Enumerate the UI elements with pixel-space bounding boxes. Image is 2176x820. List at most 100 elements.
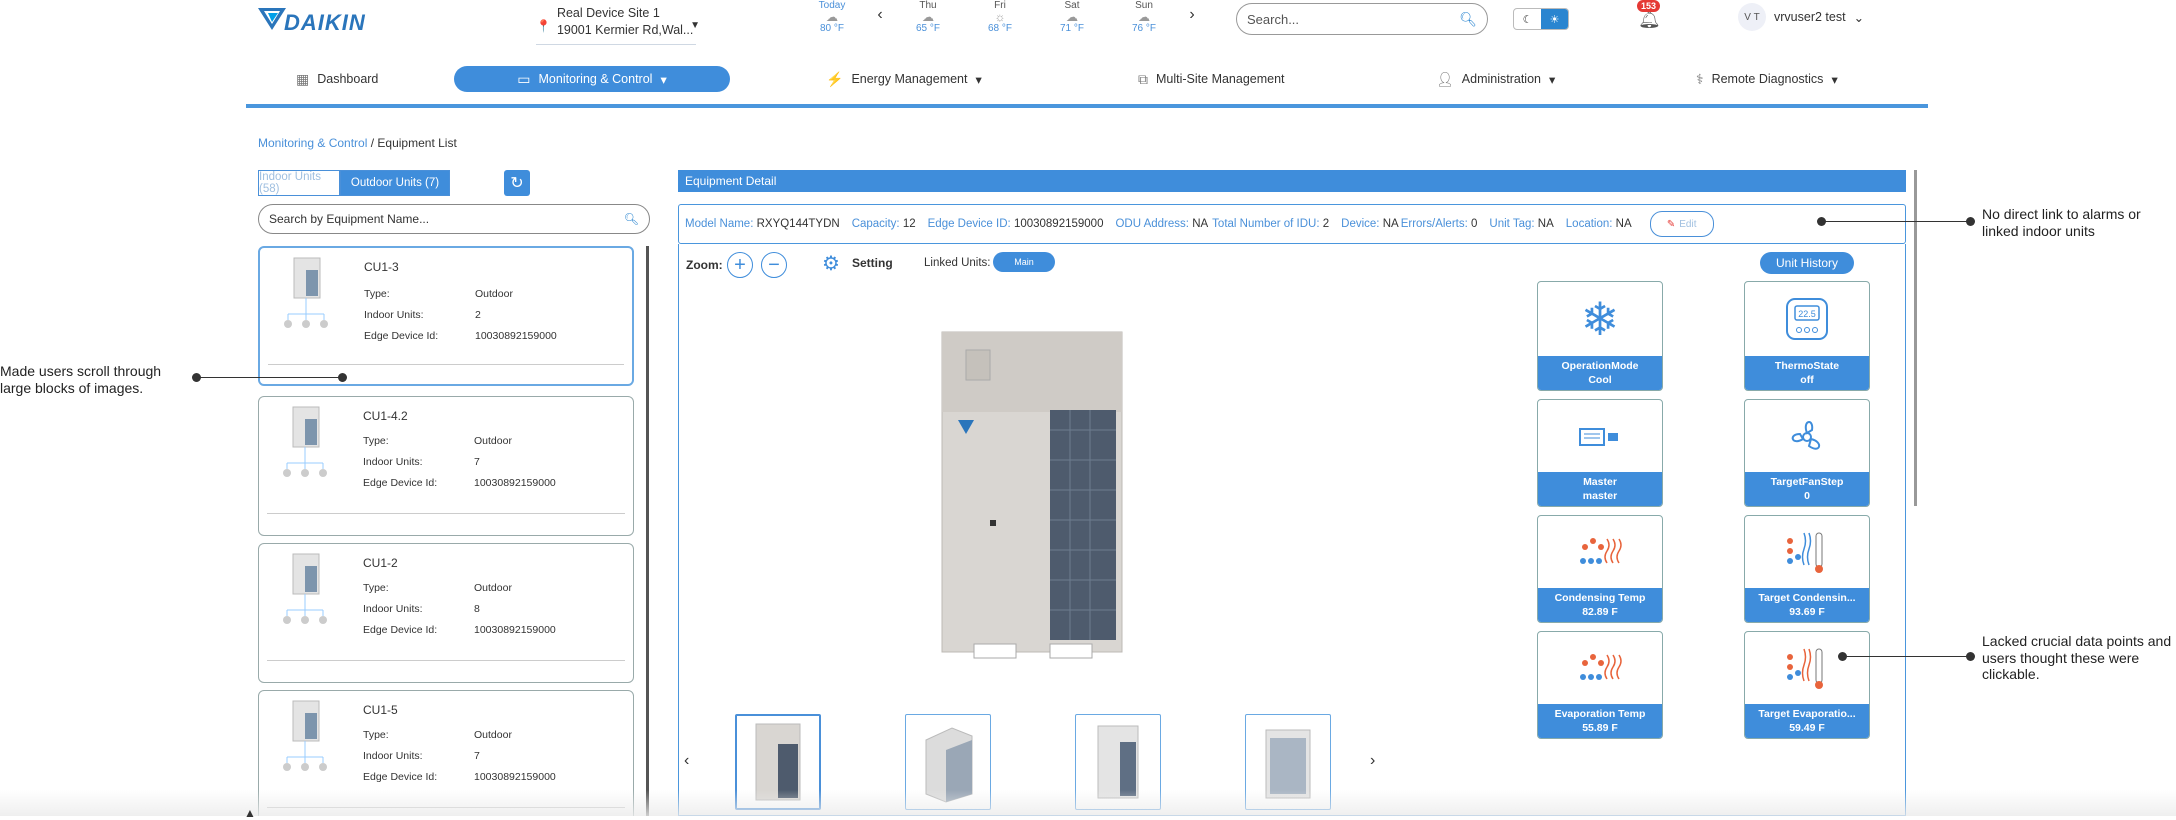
zoom-out-button[interactable]: − xyxy=(761,252,787,278)
nav-multi-site[interactable]: ⧉ Multi-Site Management xyxy=(1138,66,1285,92)
type-value: Outdoor xyxy=(474,435,512,447)
breadcrumb-parent-link[interactable]: Monitoring & Control xyxy=(258,136,367,150)
fan-icon xyxy=(1745,406,1869,468)
user-menu[interactable]: V T vrvuser2 test ⌄ xyxy=(1738,3,1864,31)
site-selector[interactable]: 📍 Real Device Site 1 19001 Kermier Rd,Wa… xyxy=(536,5,700,45)
gear-icon[interactable]: ⚙ xyxy=(822,251,840,276)
equipment-list[interactable]: CU1-3 Type: Outdoor Indoor Units: 2 Edge… xyxy=(258,246,654,816)
controller-icon xyxy=(1538,406,1662,468)
annotation-top-right: No direct link to alarms or linked indoo… xyxy=(1982,206,2141,239)
tile-label: TargetFanStep xyxy=(1770,476,1844,488)
operation-mode-tile: ❄ OperationMode Cool xyxy=(1537,281,1663,391)
weather-next-arrow[interactable]: › xyxy=(1180,0,1204,30)
sun-icon: ☼ xyxy=(994,10,1006,24)
weather-day: Fri ☼ 68 °F xyxy=(964,0,1036,34)
equipment-card[interactable]: CU1-2 Type: Outdoor Indoor Units: 8 Edge… xyxy=(258,543,634,683)
nav-label: Dashboard xyxy=(317,72,379,86)
equipment-detail-header: Equipment Detail xyxy=(678,170,1906,192)
network-icon: ⧉ xyxy=(1138,70,1148,87)
annotation-bottom-right: Lacked crucial data points and users tho… xyxy=(1982,633,2172,682)
device-value: NA xyxy=(1382,218,1399,230)
equipment-name: CU1-5 xyxy=(363,703,398,717)
equipment-name: CU1-3 xyxy=(364,260,399,274)
edge-value: 10030892159000 xyxy=(1013,218,1104,230)
thermostat-icon: 22.5 xyxy=(1745,288,1869,350)
weather-temp: 68 °F xyxy=(987,23,1012,34)
annotation-left: Made users scroll through large blocks o… xyxy=(0,363,162,396)
weather-prev-arrow[interactable]: ‹ xyxy=(868,0,892,30)
location-pin-icon: 📍 xyxy=(536,19,551,33)
bell-icon[interactable]: 🔔︎ xyxy=(1638,9,1661,30)
nav-administration[interactable]: 👤︎ Administration ▾ xyxy=(1436,66,1555,92)
zoom-in-button[interactable]: + xyxy=(727,252,753,278)
evaporation-temp-tile: Evaporation Temp 55.89 F xyxy=(1537,631,1663,739)
edit-label: Edit xyxy=(1679,218,1697,230)
zoom-label: Zoom: xyxy=(686,258,723,272)
nav-remote-diagnostics[interactable]: ⚕ Remote Diagnostics ▾ xyxy=(1696,66,1838,92)
indoor-units-label: Indoor Units: xyxy=(363,750,423,762)
equipment-name: CU1-2 xyxy=(363,556,398,570)
weather-forecast: Today ☁ 80 °F ‹ Thu ☁ 65 °F Fri ☼ 68 °F … xyxy=(796,0,1204,36)
master-tile: Master master xyxy=(1537,399,1663,507)
linked-unit-main-chip[interactable]: Main xyxy=(993,252,1055,272)
moon-icon[interactable]: ☾ xyxy=(1514,9,1541,29)
annotation-dot xyxy=(1966,652,1975,661)
tab-indoor-units[interactable]: Indoor Units (58) xyxy=(258,170,340,196)
annotation-line xyxy=(1843,656,1970,657)
type-label: Type: xyxy=(363,729,389,741)
annotation-line xyxy=(197,377,342,378)
sun-toggle-icon[interactable]: ☀ xyxy=(1541,9,1568,29)
chevron-down-icon: ▼ xyxy=(690,20,700,31)
outdoor-unit-thumbnail xyxy=(283,553,327,624)
nav-energy-management[interactable]: ⚡ Energy Management ▾ xyxy=(826,66,982,92)
indoor-units-value: 7 xyxy=(474,456,480,468)
chevron-left-icon[interactable]: ‹ xyxy=(684,752,689,770)
chevron-down-icon: ▾ xyxy=(975,72,982,87)
tab-outdoor-units[interactable]: Outdoor Units (7) xyxy=(340,170,450,196)
unit-history-button[interactable]: Unit History xyxy=(1760,252,1854,274)
list-scrollbar[interactable] xyxy=(646,246,649,816)
outdoor-unit-image xyxy=(941,331,1123,659)
condensing-temp-tile: Condensing Temp 82.89 F xyxy=(1537,515,1663,623)
tile-value: off xyxy=(1800,374,1814,386)
indoor-units-label: Indoor Units: xyxy=(363,603,423,615)
setting-button[interactable]: Setting xyxy=(852,256,893,270)
cloud-icon: ☁ xyxy=(1138,10,1150,24)
tile-value: 0 xyxy=(1804,490,1810,502)
chevron-down-icon: ▾ xyxy=(660,72,667,87)
outdoor-unit-thumbnail xyxy=(284,257,328,328)
annotation-line xyxy=(1822,221,1970,222)
daikin-logo[interactable]: DAIKIN xyxy=(258,4,394,36)
search-icon[interactable]: 🔍︎ xyxy=(1459,11,1477,28)
main-nav: ▦ Dashboard ▭ Monitoring & Control ▾ ⚡ E… xyxy=(246,64,1928,108)
chevron-right-icon[interactable]: › xyxy=(1370,752,1375,770)
equipment-search-input[interactable]: Search by Equipment Name... 🔍︎ xyxy=(258,204,650,234)
weather-temp: 76 °F xyxy=(1131,23,1156,34)
equipment-card[interactable]: CU1-3 Type: Outdoor Indoor Units: 2 Edge… xyxy=(258,246,634,386)
theme-toggle[interactable]: ☾ ☀ xyxy=(1513,8,1569,30)
tile-value: 93.69 F xyxy=(1789,606,1825,618)
outdoor-unit-thumbnail xyxy=(283,700,327,771)
tile-value: 55.89 F xyxy=(1582,722,1618,734)
indoor-units-value: 7 xyxy=(474,750,480,762)
chevron-down-icon: ⌄ xyxy=(1853,10,1865,25)
indoor-units-value: 8 xyxy=(474,603,480,615)
search-icon[interactable]: 🔍︎ xyxy=(624,212,639,226)
errors-value: 0 xyxy=(1471,218,1478,230)
model-key: Model Name: xyxy=(685,218,754,230)
tag-key: Unit Tag: xyxy=(1489,218,1535,230)
edit-button[interactable]: ✎ Edit xyxy=(1649,211,1714,237)
nav-monitoring-control[interactable]: ▭ Monitoring & Control ▾ xyxy=(454,66,730,92)
cloud-icon: ☁ xyxy=(826,10,838,24)
global-search-input[interactable]: Search... 🔍︎ xyxy=(1236,3,1488,35)
equipment-name: CU1-4.2 xyxy=(363,409,408,423)
equipment-card[interactable]: CU1-4.2 Type: Outdoor Indoor Units: 7 Ed… xyxy=(258,396,634,536)
type-value: Outdoor xyxy=(474,582,512,594)
nav-dashboard[interactable]: ▦ Dashboard xyxy=(296,66,378,92)
edge-device-value: 10030892159000 xyxy=(474,624,556,636)
refresh-icon[interactable]: ↻ xyxy=(504,170,530,196)
edge-device-value: 10030892159000 xyxy=(475,330,557,342)
stethoscope-icon: ⚕ xyxy=(1696,70,1704,87)
model-value: RXYQ144TYDN xyxy=(756,218,840,230)
chevron-down-icon: ▾ xyxy=(1831,72,1838,87)
